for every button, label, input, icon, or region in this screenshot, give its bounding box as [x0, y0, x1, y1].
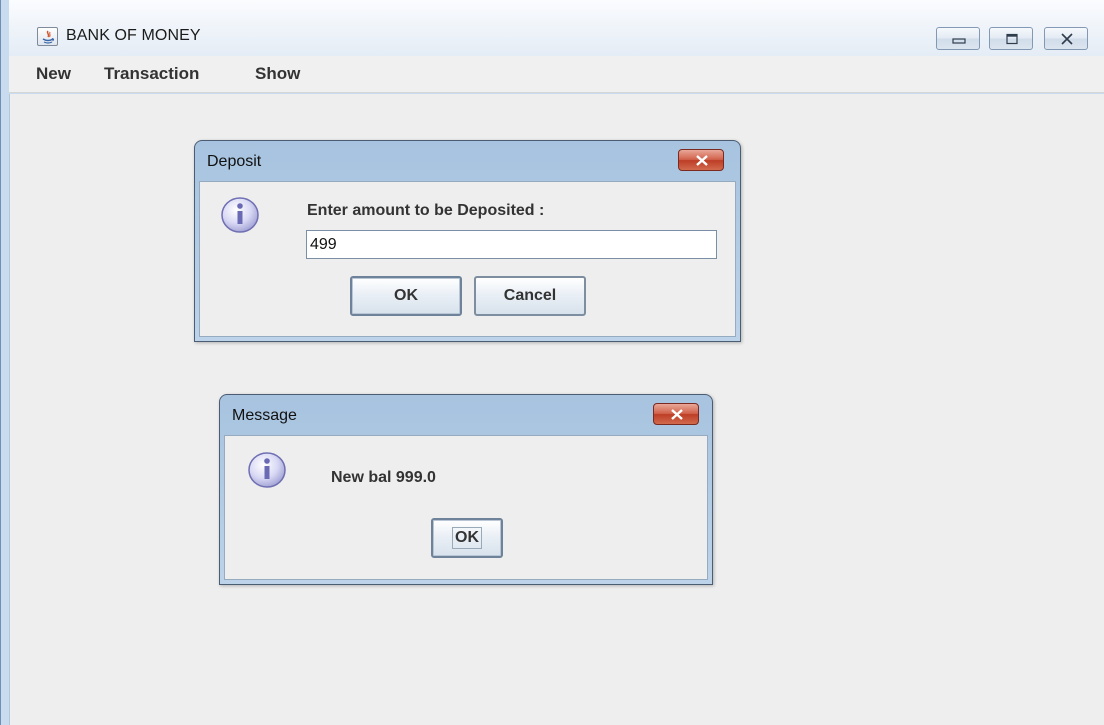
deposit-dialog-close-button[interactable] [678, 149, 724, 171]
deposit-cancel-button[interactable]: Cancel [474, 276, 586, 316]
message-text: New bal 999.0 [331, 469, 436, 486]
message-dialog-body: New bal 999.0 OK [224, 435, 708, 580]
deposit-dialog-body: Enter amount to be Deposited : OK Cancel [199, 181, 736, 337]
menu-new[interactable]: New [36, 64, 71, 84]
close-icon [1061, 33, 1073, 45]
info-icon [221, 197, 259, 233]
info-icon [248, 452, 286, 488]
menu-transaction[interactable]: Transaction [104, 64, 199, 84]
message-dialog-close-button[interactable] [653, 403, 699, 425]
deposit-ok-button[interactable]: OK [350, 276, 462, 316]
close-icon [696, 155, 708, 166]
menu-bar: New Transaction Show [9, 56, 1104, 93]
deposit-prompt-label: Enter amount to be Deposited : [307, 202, 545, 219]
menu-show[interactable]: Show [255, 64, 300, 84]
window-close-button[interactable] [1044, 27, 1088, 50]
maximize-button[interactable] [989, 27, 1033, 50]
window-title: BANK OF MONEY [66, 27, 201, 44]
main-window: BANK OF MONEY New Transaction Show Depos… [0, 0, 1104, 725]
message-dialog-title: Message [232, 407, 297, 424]
message-dialog: Message New bal 999.0 OK [219, 394, 713, 585]
minimize-button[interactable] [936, 27, 980, 50]
amount-input[interactable] [306, 230, 717, 259]
window-titlebar[interactable]: BANK OF MONEY [9, 0, 1104, 56]
minimize-icon [952, 38, 966, 44]
deposit-dialog-title: Deposit [207, 153, 262, 170]
message-ok-label: OK [452, 527, 482, 549]
close-icon [671, 409, 683, 420]
deposit-dialog: Deposit Enter amount to be Deposited: 4… [194, 140, 741, 342]
maximize-icon [1006, 33, 1018, 45]
java-app-icon [37, 27, 58, 46]
message-ok-button[interactable]: OK [431, 518, 503, 558]
